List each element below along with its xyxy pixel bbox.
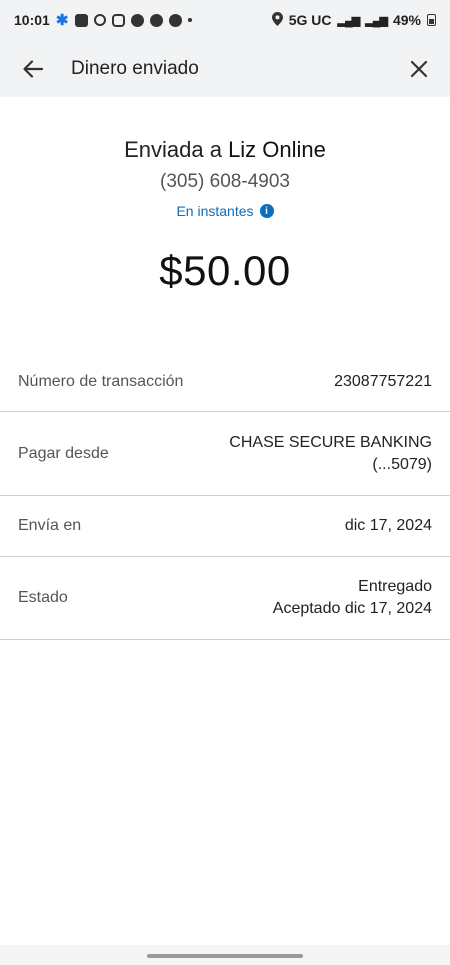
walmart-spark-icon: ✱ (55, 11, 69, 29)
transaction-details: Número de transacción 23087757221 Pagar … (0, 353, 450, 640)
navigation-bar (0, 945, 450, 965)
more-notifications-icon (187, 18, 192, 22)
detail-label: Envía en (18, 517, 82, 534)
signal-icon: ▂▄▆ (337, 14, 361, 27)
detail-value-line: (...5079) (372, 455, 432, 473)
detail-value: CHASE SECURE BANKING (...5079) (229, 432, 432, 476)
transfer-amount: $50.00 (159, 247, 291, 294)
status-left: 10:01 ✱ (14, 12, 192, 28)
sent-to-line: Enviada a Liz Online (0, 137, 450, 163)
detail-row-send-date: Envía en dic 17, 2024 (0, 496, 450, 557)
info-icon[interactable]: i (259, 204, 274, 218)
status-time: 10:01 (14, 12, 50, 28)
battery-icon (427, 14, 436, 26)
detail-value: Entregado Aceptado dic 17, 2024 (273, 576, 432, 620)
sent-to-prefix: Enviada a (124, 137, 222, 162)
close-icon[interactable] (406, 56, 432, 82)
battery-level: 49% (392, 12, 421, 28)
recipient-name: Liz Online (228, 137, 326, 162)
detail-value: 23087757221 (334, 373, 432, 390)
detail-label: Número de transacción (18, 373, 184, 390)
facebook-icon (130, 13, 144, 27)
status-right: 5G UC ▂▄▆ ▂▄▆ 49% (271, 11, 436, 29)
delivery-speed[interactable]: En instantes i (176, 203, 274, 219)
home-indicator[interactable] (147, 954, 303, 958)
status-bar: 10:01 ✱ 5G UC ▂▄▆ ▂▄▆ 49% (0, 0, 450, 40)
transfer-summary: Enviada a Liz Online (305) 608-4903 En i… (0, 137, 450, 295)
instagram-icon (111, 13, 125, 27)
facebook-icon (168, 13, 182, 27)
notification-app-icon (74, 13, 88, 27)
signal-icon: ▂▄▆ (365, 14, 388, 27)
detail-label: Estado (18, 589, 68, 606)
recipient-phone: (305) 608-4903 (160, 171, 290, 192)
detail-value-line: CHASE SECURE BANKING (229, 433, 432, 451)
app-header: Dinero enviado (0, 40, 450, 97)
detail-row-status: Estado Entregado Aceptado dic 17, 2024 (0, 557, 450, 640)
back-arrow-icon[interactable] (20, 56, 46, 82)
network-type: 5G UC (288, 12, 332, 28)
detail-label: Pagar desde (18, 444, 109, 462)
detail-value: dic 17, 2024 (344, 517, 432, 534)
detail-row-transaction-number: Número de transacción 23087757221 (0, 353, 450, 412)
page-title: Dinero enviado (71, 57, 199, 79)
detail-value-line: Entregado (358, 578, 432, 595)
detail-row-pay-from: Pagar desde CHASE SECURE BANKING (...507… (0, 412, 450, 496)
detail-value-line: Aceptado dic 17, 2024 (272, 600, 432, 617)
delivery-speed-label: En instantes (176, 203, 254, 219)
facebook-icon (149, 13, 163, 27)
location-icon (271, 11, 283, 29)
notification-circle-icon (93, 14, 106, 26)
